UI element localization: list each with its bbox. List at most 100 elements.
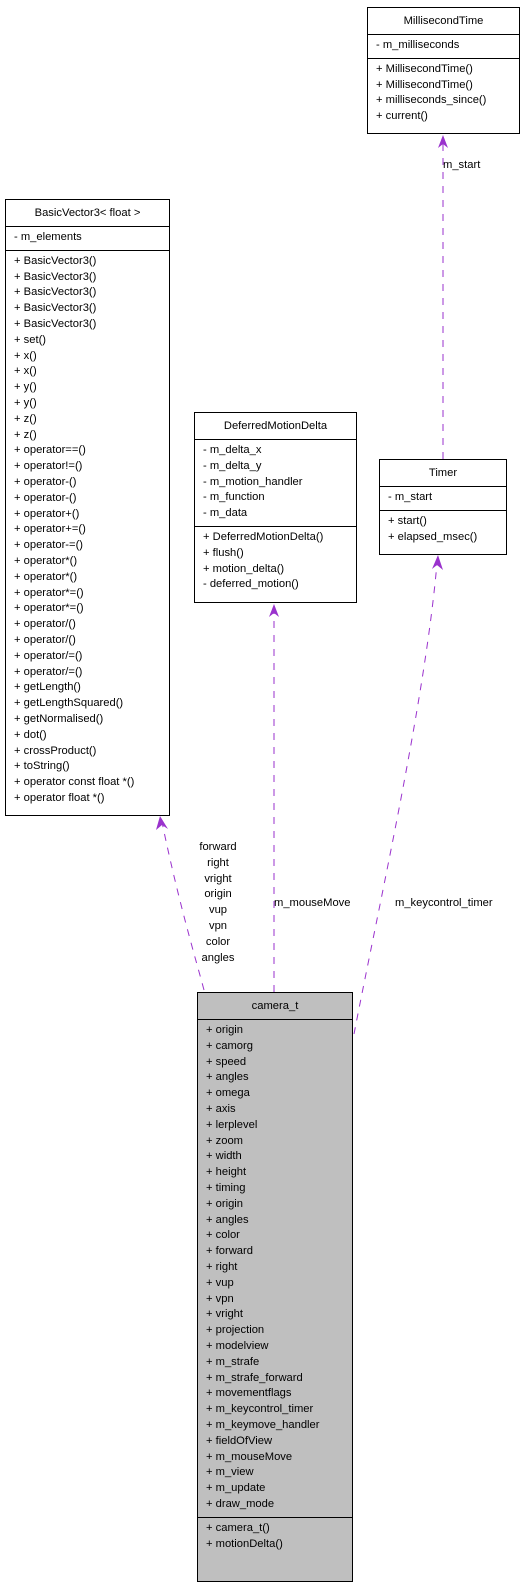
- method: + BasicVector3(): [14, 302, 97, 315]
- method: + MillisecondTime(): [376, 78, 473, 91]
- edge-label-line: vright: [204, 872, 232, 885]
- method: + dot(): [14, 728, 47, 741]
- attribute: + vpn: [206, 1292, 234, 1305]
- attribute: + color: [206, 1229, 240, 1242]
- class-basic-vector3[interactable]: BasicVector3< float > - m_elements + Bas…: [5, 199, 170, 816]
- attribute: - m_delta_x: [203, 444, 262, 456]
- method: + current(): [376, 110, 428, 123]
- edge-label-m-start: m_start: [443, 159, 481, 171]
- attribute: + m_strafe: [206, 1355, 260, 1368]
- class-name: Timer: [380, 460, 506, 487]
- method: + operator*=(): [14, 602, 84, 615]
- arrowhead-deferredmotiondelta-icon: [269, 604, 279, 617]
- class-millisecond-time[interactable]: MillisecondTime - m_milliseconds + Milli…: [367, 7, 520, 134]
- class-name: BasicVector3< float >: [6, 200, 169, 227]
- class-timer[interactable]: Timer - m_start + start() + elapsed_msec…: [379, 459, 507, 555]
- method: + camera_t(): [206, 1521, 270, 1534]
- method: + getLengthSquared(): [14, 697, 124, 710]
- attribute: + m_update: [206, 1482, 266, 1495]
- method: + operator==(): [14, 444, 86, 457]
- attribute: + m_mouseMove: [206, 1450, 293, 1463]
- edge-camera-to-timer: [353, 562, 438, 1035]
- method: + set(): [14, 333, 47, 346]
- attribute: + omega: [206, 1087, 250, 1100]
- attribute: + camorg: [206, 1039, 253, 1052]
- method: + getNormalised(): [14, 712, 104, 725]
- method: + operator/(): [14, 618, 76, 631]
- method: + BasicVector3(): [14, 254, 97, 267]
- method: + z(): [14, 428, 37, 441]
- methods-section: + DeferredMotionDelta() + flush() + motion…: [195, 525, 356, 597]
- attribute: - m_elements: [14, 231, 82, 243]
- class-name: DeferredMotionDelta: [195, 413, 356, 440]
- class-camera-t[interactable]: camera_t + origin + camorg + speed + angles…: [197, 992, 353, 1582]
- method: + operator+=(): [14, 523, 86, 536]
- edge-label-line: vpn: [208, 919, 228, 932]
- attribute: + lerplevel: [206, 1118, 258, 1131]
- edge-label-line: color: [205, 935, 231, 948]
- edge-label-m-mousemove: m_mouseMove: [274, 897, 351, 909]
- edge-label-line: vup: [208, 904, 228, 917]
- edge-label-basicvector3-members: forward right vright origin vup vpn color angle…: [188, 840, 248, 966]
- method: + operator/=(): [14, 649, 83, 662]
- edge-label-line: forward: [199, 841, 237, 853]
- method: + operator/(): [14, 633, 76, 646]
- method: + operator-(): [14, 491, 77, 504]
- attribute: + forward: [206, 1245, 253, 1258]
- attribute: + width: [206, 1150, 242, 1163]
- class-name: camera_t: [198, 993, 352, 1020]
- method: + operator!=(): [14, 460, 83, 473]
- arrowhead-timer-icon: [432, 555, 443, 570]
- method: + BasicVector3(): [14, 286, 97, 299]
- attribute: + modelview: [206, 1339, 269, 1352]
- method: + operator-(): [14, 475, 77, 488]
- method: + DeferredMotionDelta(): [203, 530, 324, 543]
- class-name: MillisecondTime: [368, 8, 519, 35]
- edge-label-line: origin: [204, 888, 232, 901]
- arrowhead-basicvector3-icon: [156, 816, 168, 830]
- method: + getLength(): [14, 681, 81, 694]
- attributes-section: + origin + camorg + speed + angles + omega + …: [198, 1020, 352, 1517]
- attribute: + m_keycontrol_timer: [206, 1403, 314, 1416]
- method: + BasicVector3(): [14, 270, 97, 283]
- methods-section: + start() + elapsed_msec(): [380, 509, 506, 550]
- method: + crossProduct(): [14, 744, 97, 757]
- attributes-section: - m_start: [380, 487, 506, 510]
- attribute: - m_milliseconds: [376, 39, 460, 51]
- attribute: + m_keymove_handler: [206, 1418, 320, 1431]
- method: + BasicVector3(): [14, 317, 97, 330]
- attribute: - m_start: [388, 491, 433, 503]
- attribute: + axis: [206, 1102, 236, 1115]
- attribute: + movementflags: [206, 1387, 292, 1400]
- method: + operator const float *(): [14, 776, 135, 789]
- attribute: + m_view: [206, 1466, 254, 1479]
- attribute: + origin: [206, 1024, 244, 1036]
- class-deferred-motion-delta[interactable]: DeferredMotionDelta - m_delta_x - m_delta…: [194, 412, 357, 603]
- attribute: - m_function: [203, 491, 265, 504]
- attribute: + right: [206, 1260, 238, 1273]
- edge-label-m-keycontrol-timer: m_keycontrol_timer: [395, 897, 493, 909]
- method: - deferred_motion(): [203, 578, 299, 591]
- method: + x(): [14, 365, 37, 378]
- attribute: + height: [206, 1166, 247, 1179]
- method: + elapsed_msec(): [388, 530, 478, 543]
- method: + milliseconds_since(): [376, 94, 487, 107]
- method: + flush(): [203, 546, 244, 559]
- method: + z(): [14, 412, 37, 425]
- attribute: + vright: [206, 1308, 243, 1321]
- methods-section: + BasicVector3() + BasicVector3() + BasicV…: [6, 249, 169, 811]
- method: + motion_delta(): [203, 562, 285, 575]
- attribute: + origin: [206, 1197, 244, 1210]
- method: + start(): [388, 514, 427, 527]
- method: + x(): [14, 349, 37, 362]
- method: + motionDelta(): [206, 1537, 283, 1550]
- method: + operator float *(): [14, 791, 105, 804]
- attribute: + angles: [206, 1071, 249, 1084]
- method: + MillisecondTime(): [376, 62, 473, 75]
- attribute: - m_data: [203, 507, 248, 520]
- attributes-section: - m_elements: [6, 227, 169, 250]
- method: + operator+(): [14, 507, 80, 520]
- method: + operator-=(): [14, 539, 84, 552]
- methods-section: + MillisecondTime() + MillisecondTime() …: [368, 57, 519, 129]
- attribute: + angles: [206, 1213, 249, 1226]
